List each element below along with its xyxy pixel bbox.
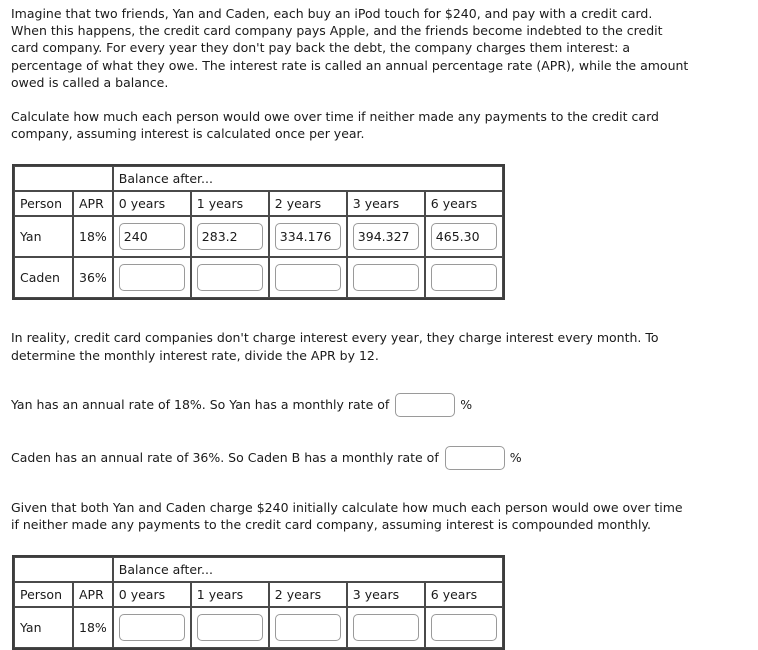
monthly-yan-year1-input[interactable]: [196, 614, 263, 642]
table-row: Yan 18%: [14, 216, 503, 258]
annual-row0-cell-3: [346, 216, 425, 258]
annual-caden-year6-input[interactable]: [430, 264, 497, 292]
annual-row1-cell-3: [346, 257, 425, 299]
table-row: Caden 36%: [14, 257, 503, 299]
annual-col-year-6: 6 years: [424, 191, 503, 217]
monthly-row0-cell-2: [268, 607, 347, 649]
monthly-yan-year2-input[interactable]: [274, 614, 341, 642]
monthly-row0-cell-1: [190, 607, 269, 649]
monthly-col-year-2: 2 years: [268, 582, 347, 608]
annual-col-year-2: 2 years: [268, 191, 347, 217]
monthly-col-year-3: 3 years: [346, 582, 425, 608]
monthly-row0-apr: 18%: [73, 607, 113, 649]
table-row: Yan 18%: [14, 607, 503, 649]
annual-balance-table: Balance after... Person APR 0 years 1 ye…: [12, 164, 505, 301]
monthly-row0-cell-0: [112, 607, 191, 649]
table-row: Person APR 0 years 1 years 2 years 3 yea…: [14, 582, 503, 608]
annual-corner-cell: [14, 166, 113, 192]
annual-row0-apr: 18%: [73, 216, 113, 258]
annual-row0-cell-1: [190, 216, 269, 258]
annual-yan-year6-input[interactable]: [430, 223, 497, 251]
caden-monthly-rate-label: Caden has an annual rate of 36%. So Cade…: [11, 450, 439, 466]
annual-table-wrapper: Balance after... Person APR 0 years 1 ye…: [0, 164, 758, 301]
compounded-paragraph: Given that both Yan and Caden charge $24…: [11, 499, 683, 533]
monthly-col-year-6: 6 years: [424, 582, 503, 608]
monthly-table-wrapper: Balance after... Person APR 0 years 1 ye…: [0, 555, 758, 650]
table-row: Balance after...: [14, 166, 503, 192]
annual-row1-cell-6: [424, 257, 503, 299]
annual-col-person: Person: [14, 191, 73, 217]
annual-yan-year1-input[interactable]: [196, 223, 263, 251]
annual-col-year-3: 3 years: [346, 191, 425, 217]
table-row: Balance after...: [14, 557, 503, 583]
annual-yan-year3-input[interactable]: [352, 223, 419, 251]
caden-percent-symbol: %: [509, 450, 522, 466]
monthly-row0-cell-3: [346, 607, 425, 649]
annual-row0-cell-0: [112, 216, 191, 258]
annual-col-apr: APR: [73, 191, 113, 217]
monthly-yan-year3-input[interactable]: [352, 614, 419, 642]
annual-yan-year0-input[interactable]: [118, 223, 185, 251]
monthly-row0-person: Yan: [14, 607, 73, 649]
monthly-col-year-0: 0 years: [112, 582, 191, 608]
monthly-col-apr: APR: [73, 582, 113, 608]
monthly-yan-year0-input[interactable]: [118, 614, 185, 642]
table-row: Person APR 0 years 1 years 2 years 3 yea…: [14, 191, 503, 217]
annual-row1-person: Caden: [14, 257, 73, 299]
annual-row0-person: Yan: [14, 216, 73, 258]
yan-monthly-rate-line: Yan has an annual rate of 18%. So Yan ha…: [0, 392, 758, 417]
annual-row1-apr: 36%: [73, 257, 113, 299]
worksheet-page: Imagine that two friends, Yan and Caden,…: [0, 0, 758, 650]
caden-monthly-rate-input[interactable]: [444, 445, 505, 470]
yan-percent-symbol: %: [460, 397, 473, 413]
annual-row1-cell-2: [268, 257, 347, 299]
annual-caden-year1-input[interactable]: [196, 264, 263, 292]
yan-monthly-rate-input[interactable]: [395, 392, 456, 417]
annual-caden-year2-input[interactable]: [274, 264, 341, 292]
monthly-balance-table: Balance after... Person APR 0 years 1 ye…: [12, 555, 505, 650]
intro-paragraph-2: Calculate how much each person would owe…: [11, 109, 659, 142]
intro-paragraph-1: Imagine that two friends, Yan and Caden,…: [11, 6, 689, 90]
annual-row1-cell-1: [190, 257, 269, 299]
monthly-corner-cell: [14, 557, 113, 583]
monthly-row0-cell-6: [424, 607, 503, 649]
caden-monthly-rate-line: Caden has an annual rate of 36%. So Cade…: [0, 445, 758, 470]
annual-group-header: Balance after...: [112, 166, 503, 192]
annual-col-year-1: 1 years: [190, 191, 269, 217]
annual-row0-cell-2: [268, 216, 347, 258]
annual-row0-cell-6: [424, 216, 503, 258]
monthly-col-person: Person: [14, 582, 73, 608]
yan-monthly-rate-label: Yan has an annual rate of 18%. So Yan ha…: [11, 397, 390, 413]
monthly-explanation-paragraph: In reality, credit card companies don't …: [11, 330, 659, 363]
annual-yan-year2-input[interactable]: [274, 223, 341, 251]
monthly-col-year-1: 1 years: [190, 582, 269, 608]
monthly-group-header: Balance after...: [112, 557, 503, 583]
monthly-yan-year6-input[interactable]: [430, 614, 497, 642]
annual-row1-cell-0: [112, 257, 191, 299]
annual-col-year-0: 0 years: [112, 191, 191, 217]
annual-caden-year3-input[interactable]: [352, 264, 419, 292]
annual-caden-year0-input[interactable]: [118, 264, 185, 292]
